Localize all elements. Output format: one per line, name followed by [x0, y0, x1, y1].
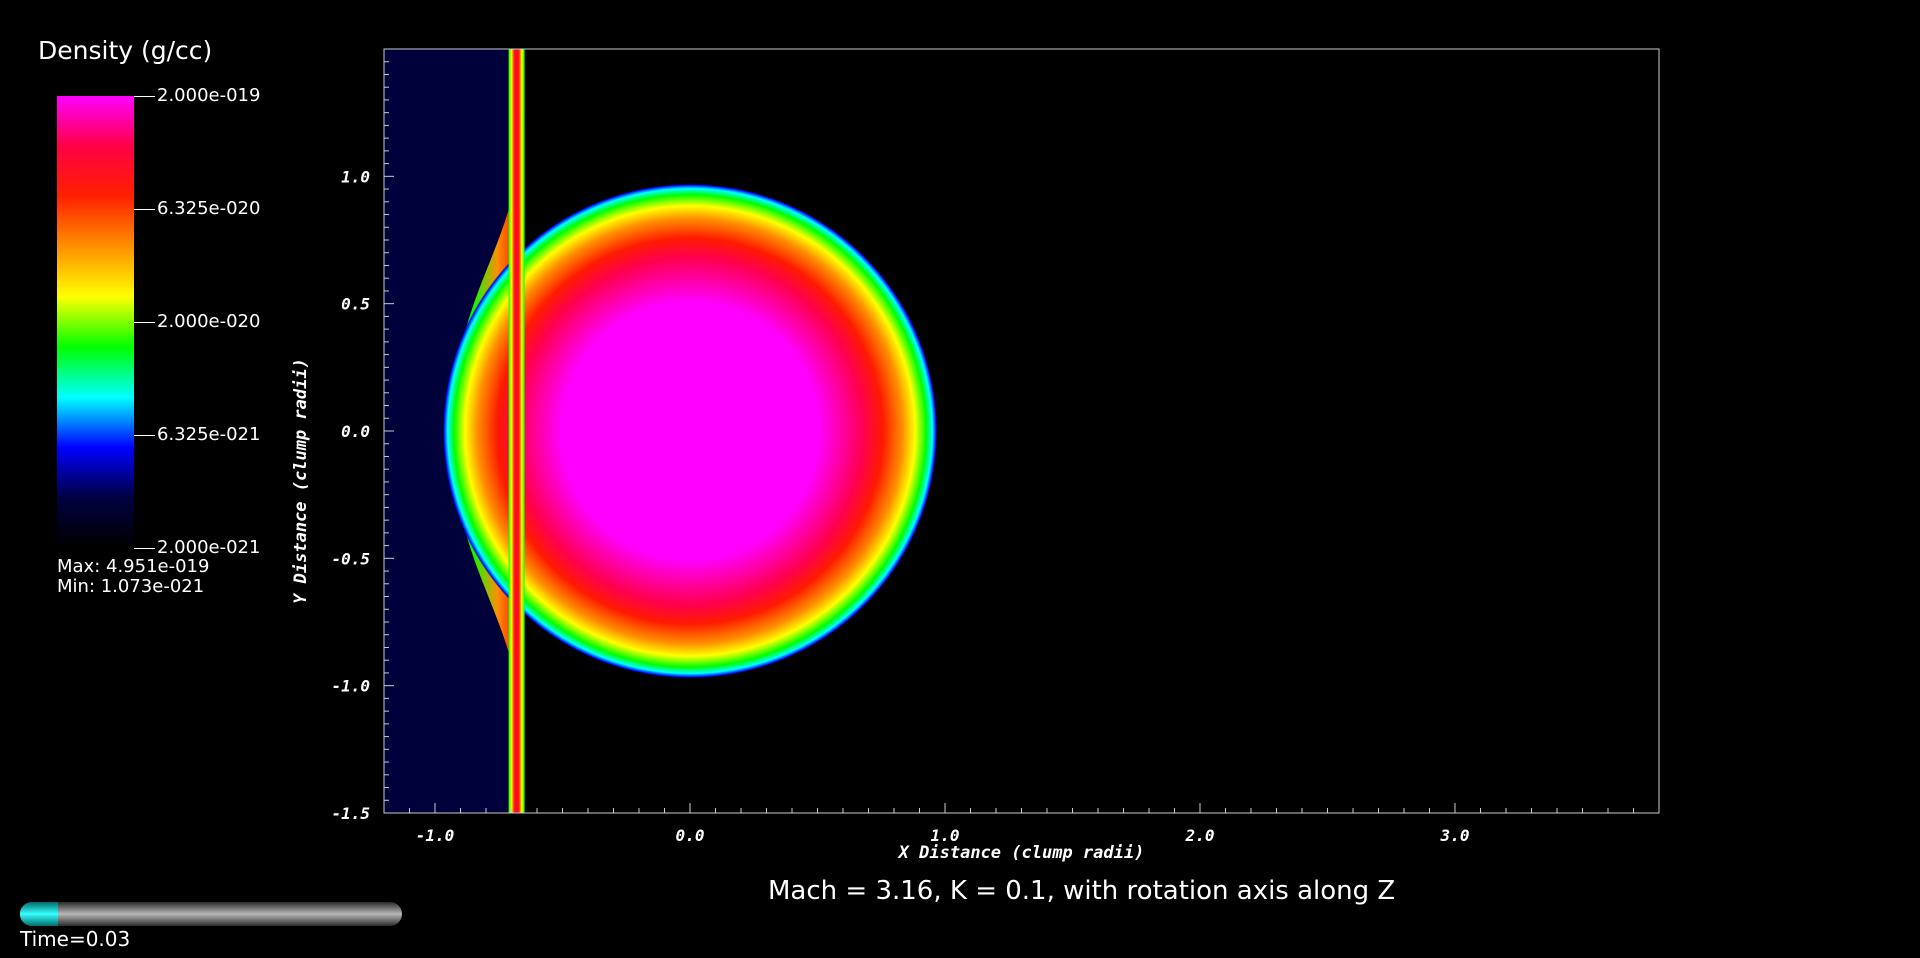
time-label: Time=0.03 — [20, 927, 131, 951]
y-tick-label: -1.0 — [331, 677, 370, 696]
x-tick-label: 0.0 — [676, 826, 705, 845]
shock-front — [508, 49, 525, 813]
y-tick-label: -0.5 — [331, 549, 370, 568]
x-tick-label: 2.0 — [1185, 826, 1215, 845]
y-tick-label: 1.0 — [341, 167, 370, 186]
plot-caption: Mach = 3.16, K = 0.1, with rotation axis… — [768, 876, 1396, 906]
y-axis-title: Y Distance (clump radii) — [291, 358, 311, 604]
y-tick-label: 0.5 — [341, 295, 370, 314]
x-axis-title: X Distance (clump radii) — [897, 843, 1145, 863]
y-tick-label: -1.5 — [331, 804, 370, 823]
density-plot: -1.0 0.0 1.0 2.0 3.0 1.00.50.0-0.5-1.0-1.5 X… — [291, 48, 1660, 863]
density-field — [384, 49, 938, 813]
time-slider[interactable] — [20, 902, 402, 926]
x-tick-label: -1.0 — [416, 826, 455, 845]
x-axis: -1.0 0.0 1.0 2.0 3.0 — [409, 803, 1660, 845]
y-tick-label: 0.0 — [341, 422, 370, 441]
time-slider-fill[interactable] — [20, 902, 59, 926]
x-tick-label: 3.0 — [1440, 826, 1470, 845]
